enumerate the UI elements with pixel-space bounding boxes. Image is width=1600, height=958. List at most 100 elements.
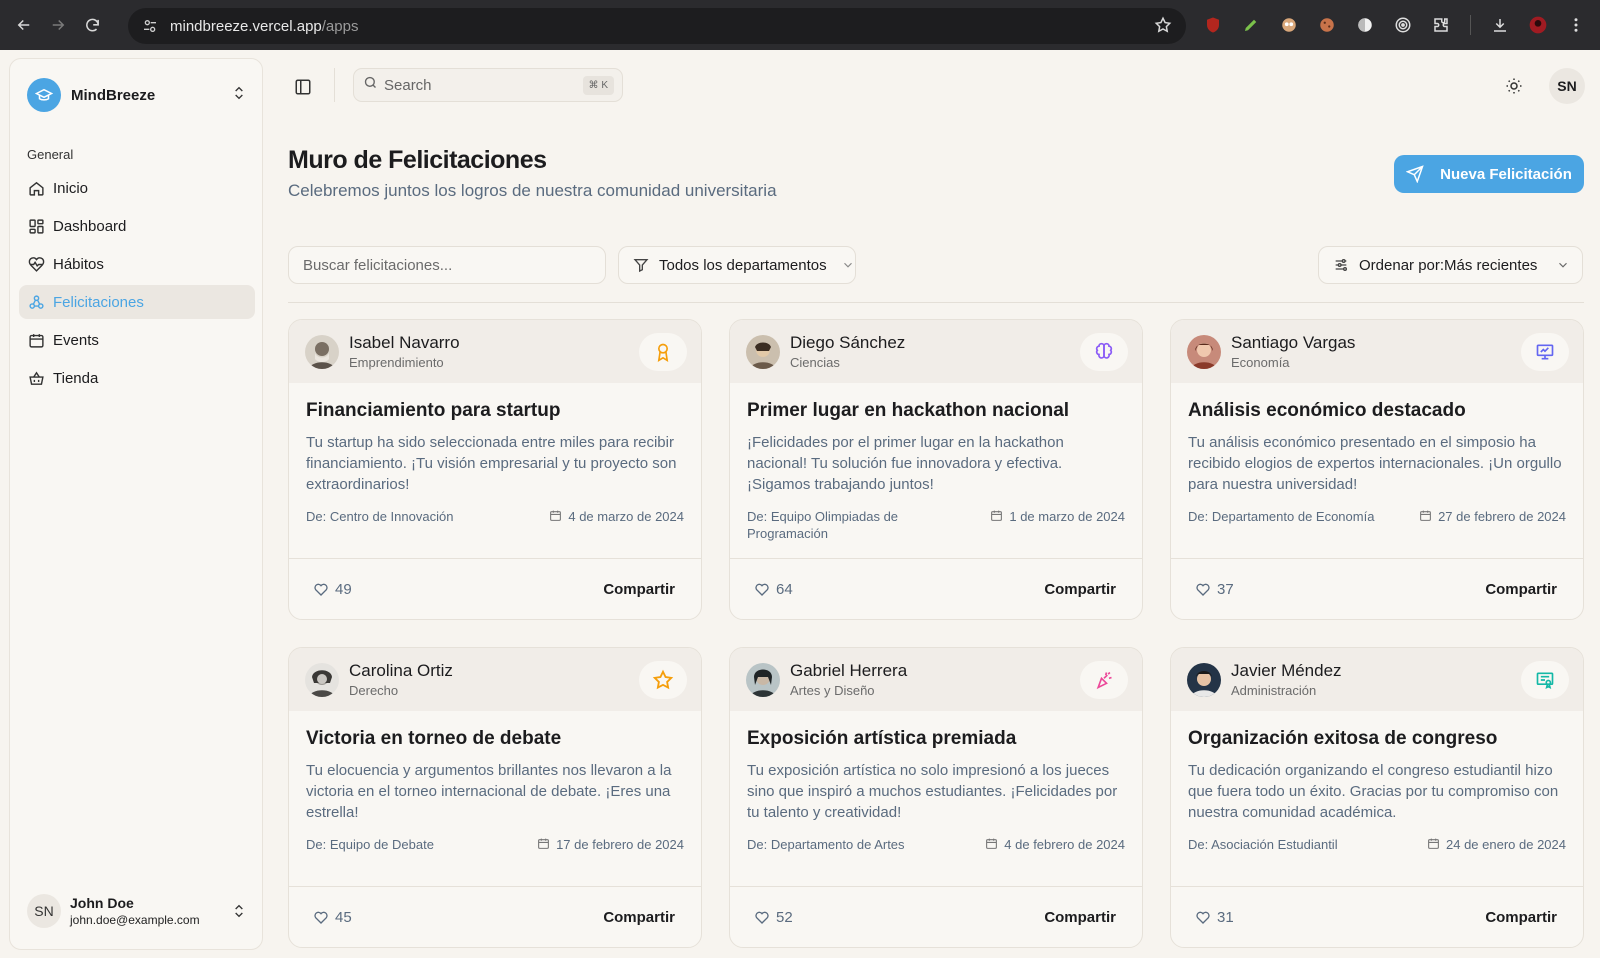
search-congratulations-input[interactable] [288, 246, 606, 284]
brand-name: MindBreeze [71, 86, 156, 104]
home-icon [27, 179, 45, 197]
search-input[interactable]: Search ⌘ K [353, 68, 623, 102]
card-person-name: Javier Méndez [1231, 661, 1342, 680]
card-message: Tu dedicación organizando el congreso es… [1188, 762, 1559, 821]
brain-icon [1080, 333, 1128, 371]
new-congratulation-label: Nueva Felicitación [1440, 165, 1572, 183]
avatar [746, 662, 780, 697]
like-button[interactable]: 45 [313, 909, 352, 926]
target-extension-icon[interactable] [1390, 12, 1416, 38]
pen-extension-icon[interactable] [1238, 12, 1264, 38]
sliders-icon [1333, 257, 1349, 273]
calendar-icon [985, 837, 998, 850]
sidebar-item-label: Events [53, 331, 99, 349]
calendar-icon [27, 331, 45, 349]
award-icon [639, 333, 687, 371]
congratulation-card: Gabriel Herrera Artes y Diseño Exposició… [729, 647, 1143, 948]
sidebar-nav: Inicio Dashboard Hábitos Felicitaciones … [19, 171, 255, 399]
sidebar-item-label: Felicitaciones [53, 293, 144, 311]
sort-select-value: Ordenar por:Más recientes [1359, 256, 1538, 274]
ublock-extension-icon[interactable] [1200, 12, 1226, 38]
like-button[interactable]: 37 [1195, 581, 1234, 598]
send-icon [1406, 165, 1424, 183]
card-date: 4 de marzo de 2024 [568, 509, 684, 524]
avatar [746, 334, 780, 369]
sun-icon[interactable] [1500, 72, 1528, 100]
card-message: Tu startup ha sido seleccionada entre mi… [306, 434, 677, 493]
page-subtitle: Celebremos juntos los logros de nuestra … [288, 181, 777, 200]
puzzle-extensions-icon[interactable] [1428, 12, 1454, 38]
download-icon[interactable] [1487, 12, 1513, 38]
avatar[interactable]: SN [1549, 68, 1585, 104]
card-title: Organización exitosa de congreso [1188, 728, 1498, 749]
share-button[interactable]: Compartir [603, 581, 675, 598]
owl-extension-icon[interactable] [1276, 12, 1302, 38]
share-button[interactable]: Compartir [603, 909, 675, 926]
cookie-extension-icon[interactable] [1314, 12, 1340, 38]
page-title: Muro de Felicitaciones [288, 146, 547, 174]
sort-select[interactable]: Ordenar por:Más recientes [1318, 246, 1583, 284]
site-settings-icon[interactable] [140, 16, 160, 36]
calendar-icon [990, 509, 1003, 522]
share-button[interactable]: Compartir [1485, 581, 1557, 598]
like-count: 49 [335, 580, 352, 598]
sidebar-item-dashboard[interactable]: Dashboard [19, 209, 255, 243]
certificate-icon [1521, 661, 1569, 699]
congratulation-card: Carolina Ortiz Derecho Victoria en torne… [288, 647, 702, 948]
sidebar-item-label: Inicio [53, 179, 89, 197]
filter-divider [288, 302, 1584, 303]
share-button[interactable]: Compartir [1485, 909, 1557, 926]
card-department: Artes y Diseño [790, 683, 875, 698]
sidebar-item-inicio[interactable]: Inicio [19, 171, 255, 205]
sidebar-item-label: Tienda [53, 369, 99, 387]
department-filter-value: Todos los departamentos [659, 256, 827, 274]
bookmark-star-icon[interactable] [1154, 16, 1172, 39]
like-button[interactable]: 31 [1195, 909, 1234, 926]
circle-extension-icon[interactable] [1352, 12, 1378, 38]
address-bar[interactable]: mindbreeze.vercel.app/apps [128, 8, 1186, 44]
card-title: Victoria en torneo de debate [306, 728, 562, 749]
sidebar-item-felicitaciones[interactable]: Felicitaciones [19, 285, 255, 319]
topbar-divider [334, 68, 335, 102]
share-button[interactable]: Compartir [1044, 909, 1116, 926]
card-title: Exposición artística premiada [747, 728, 1017, 749]
user-email: john.doe@example.com [70, 913, 200, 927]
card-date: 17 de febrero de 2024 [556, 837, 684, 852]
card-from: De: Equipo de Debate [306, 837, 434, 852]
card-date: 27 de febrero de 2024 [1438, 509, 1566, 524]
new-congratulation-button[interactable]: Nueva Felicitación [1394, 155, 1584, 193]
card-message: ¡Felicidades por el primer lugar en la h… [747, 434, 1064, 493]
card-message: Tu exposición artística no solo impresio… [747, 762, 1118, 821]
like-button[interactable]: 64 [754, 581, 793, 598]
heart-icon [1195, 581, 1211, 597]
brand-switcher[interactable]: MindBreeze [27, 77, 247, 113]
sidebar-item-habitos[interactable]: Hábitos [19, 247, 255, 281]
card-department: Administración [1231, 683, 1317, 698]
user-menu[interactable]: SN John Doe john.doe@example.com [27, 891, 247, 931]
avatar [1187, 662, 1221, 697]
sidebar-item-tienda[interactable]: Tienda [19, 361, 255, 395]
chevrons-up-down-icon[interactable] [231, 903, 247, 924]
reload-icon[interactable] [78, 11, 106, 39]
like-button[interactable]: 49 [313, 581, 352, 598]
back-icon[interactable] [10, 11, 38, 39]
congratulations-grid: Isabel Navarro Emprendimiento Financiami… [288, 319, 1584, 948]
card-title: Primer lugar en hackathon nacional [747, 400, 1070, 421]
like-button[interactable]: 52 [754, 909, 793, 926]
forward-icon[interactable] [44, 11, 72, 39]
more-menu-icon[interactable] [1563, 12, 1589, 38]
party-popper-icon [1080, 661, 1128, 699]
calendar-icon [549, 509, 562, 522]
congratulation-card: Diego Sánchez Ciencias Primer lugar en h… [729, 319, 1143, 620]
avatar [1187, 334, 1221, 369]
sidebar-toggle-icon[interactable] [290, 74, 316, 100]
department-filter[interactable]: Todos los departamentos [618, 246, 856, 284]
chevrons-up-down-icon[interactable] [231, 85, 247, 106]
sidebar-item-label: Hábitos [53, 255, 104, 273]
card-message: Tu análisis económico presentado en el s… [1188, 434, 1562, 493]
sidebar-item-events[interactable]: Events [19, 323, 255, 357]
profile-avatar-icon[interactable] [1525, 12, 1551, 38]
share-button[interactable]: Compartir [1044, 581, 1116, 598]
card-department: Derecho [349, 683, 399, 698]
calendar-icon [537, 837, 550, 850]
